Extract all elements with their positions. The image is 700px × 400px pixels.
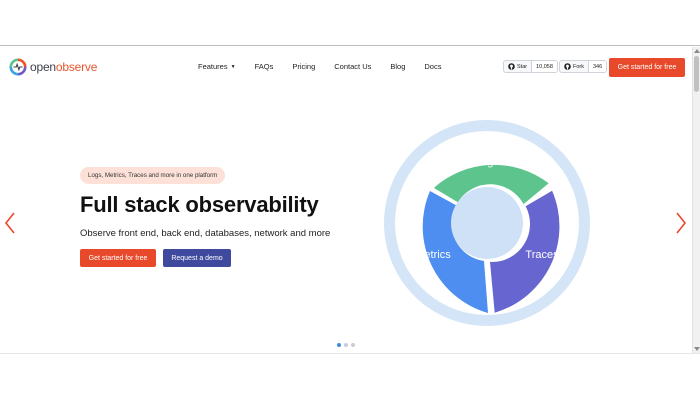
openobserve-logo-icon: [9, 58, 27, 76]
github-fork-button[interactable]: Fork 346: [559, 60, 608, 73]
hero-title: Full stack observability: [80, 192, 319, 217]
scroll-down-arrow-icon[interactable]: [694, 347, 700, 351]
nav-item-features[interactable]: Features ▼: [198, 62, 236, 71]
github-fork-count: 346: [589, 61, 607, 72]
github-fork-label: Fork: [573, 63, 584, 70]
page-scrollbar[interactable]: [692, 47, 700, 353]
carousel-dot-2[interactable]: [344, 343, 348, 347]
scroll-thumb[interactable]: [694, 56, 699, 92]
logo[interactable]: openobserve: [9, 58, 97, 76]
navbar: openobserve Features ▼ FAQs Pricing Conta…: [0, 47, 692, 89]
carousel-next-arrow-icon[interactable]: [675, 211, 687, 235]
nav-item-faqs[interactable]: FAQs: [255, 62, 274, 71]
nav-links: Features ▼ FAQs Pricing Contact Us Blog D…: [198, 62, 460, 71]
carousel-prev-arrow-icon[interactable]: [4, 211, 16, 235]
wheel-label-logs: Logs: [475, 156, 499, 168]
browser-top-area: [0, 0, 700, 46]
request-demo-button[interactable]: Request a demo: [163, 249, 231, 267]
wheel-label-metrics: Metrics: [415, 249, 451, 261]
hero-tagline-pill: Logs, Metrics, Traces and more in one pl…: [80, 167, 226, 184]
github-star-button[interactable]: Star 10,058: [503, 60, 558, 73]
github-icon: [564, 63, 571, 70]
get-started-button[interactable]: Get started for free: [80, 249, 156, 267]
github-star-label: Star: [517, 63, 528, 70]
github-icon: [508, 63, 515, 70]
chevron-down-icon: ▼: [230, 64, 236, 70]
carousel-indicators: [337, 343, 355, 347]
nav-item-pricing[interactable]: Pricing: [292, 62, 315, 71]
page-bottom-area: [0, 353, 700, 400]
wheel-label-traces: Traces: [525, 249, 559, 261]
logo-text: openobserve: [30, 60, 98, 74]
observability-wheel: Logs Traces Metrics: [384, 120, 590, 326]
github-star-count: 10,058: [532, 61, 557, 72]
nav-item-docs[interactable]: Docs: [424, 62, 441, 71]
wheel-center: [451, 187, 523, 259]
hero-subtitle: Observe front end, back end, databases, …: [80, 228, 331, 239]
scroll-up-arrow-icon[interactable]: [694, 49, 700, 53]
nav-item-contact-us[interactable]: Contact Us: [334, 62, 371, 71]
get-started-nav-button[interactable]: Get started for free: [609, 58, 685, 77]
page-content: openobserve Features ▼ FAQs Pricing Conta…: [0, 47, 692, 353]
carousel-dot-3[interactable]: [351, 343, 355, 347]
nav-item-blog[interactable]: Blog: [390, 62, 405, 71]
carousel-dot-1[interactable]: [337, 343, 341, 347]
